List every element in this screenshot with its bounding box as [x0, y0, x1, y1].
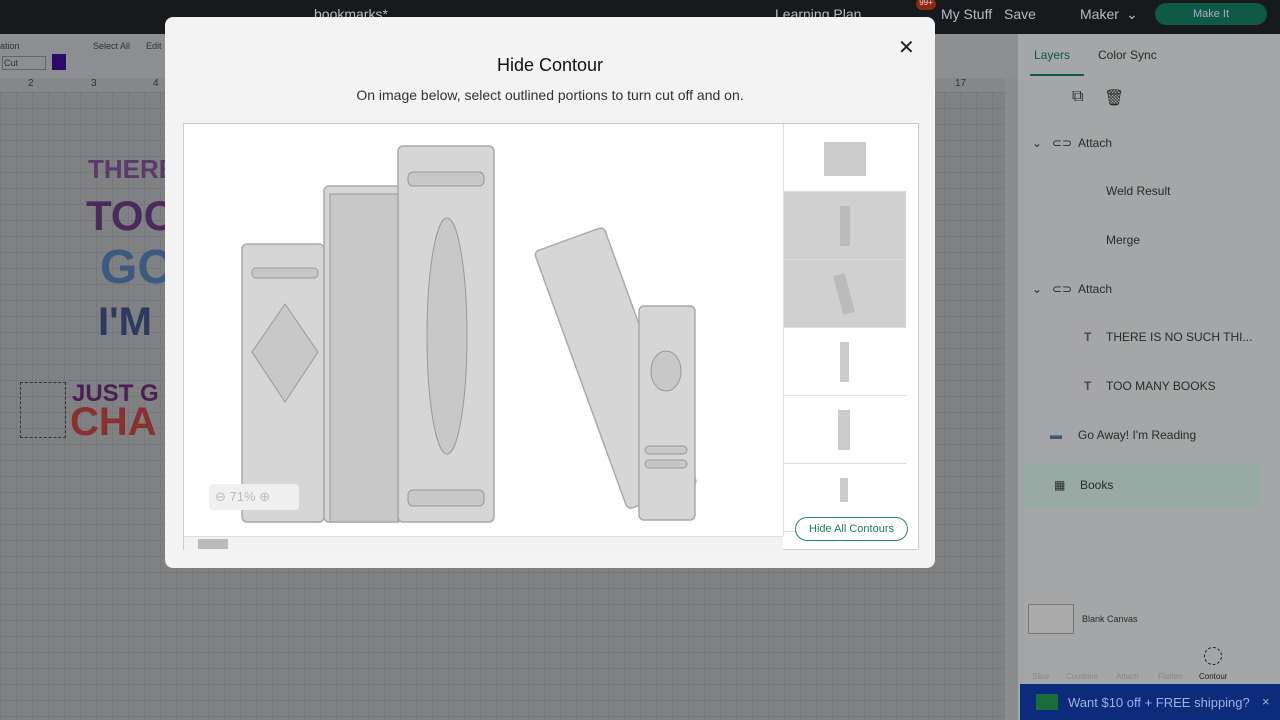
layer-item[interactable]: T TOO MANY BOOKS	[1018, 365, 1280, 409]
canvas-scrollbar[interactable]	[1005, 78, 1018, 720]
layer-label: Merge	[1106, 233, 1141, 247]
ruler-tick: 3	[91, 78, 97, 89]
promo-banner[interactable]: Want $10 off + FREE shipping? ×	[1020, 684, 1280, 720]
operation-label: ation	[0, 41, 20, 51]
layer-group-attach[interactable]: ⌄ ⊂⊃ Attach	[1018, 268, 1280, 312]
dialog-title: Hide Contour	[496, 55, 604, 75]
layer-label: Go Away! I'm Reading	[1078, 428, 1197, 442]
text-icon: T	[1084, 379, 1092, 393]
blank-canvas-label: Blank Canvas	[1082, 614, 1138, 624]
chevron-down-icon: ⌄	[1126, 6, 1138, 22]
layer-label: THERE IS NO SUCH THI...	[1106, 330, 1253, 344]
hide-contour-dialog: Hide Contour On image below, select outl…	[165, 17, 935, 568]
image-icon: ▦	[1054, 478, 1066, 492]
layers-panel: Layers Color Sync ⧉ 🗑 ⌄ ⊂⊃ Attach Weld Res…	[1018, 34, 1280, 720]
blank-canvas-swatch[interactable]	[1028, 604, 1074, 634]
dialog-subtitle: On image below, select outlined portions…	[356, 87, 744, 103]
canvas-text[interactable]: CHA	[70, 400, 157, 445]
contour-thumbnail[interactable]	[784, 328, 906, 396]
layer-label: Books	[1080, 478, 1114, 492]
layer-item[interactable]: Merge	[1018, 219, 1280, 263]
canvas-text[interactable]: I'M	[98, 300, 152, 345]
layer-item[interactable]: T THERE IS NO SUCH THI...	[1018, 316, 1280, 360]
books-image[interactable]	[184, 124, 783, 536]
close-button[interactable]: ✕	[898, 35, 915, 60]
layer-label: Weld Result	[1106, 184, 1171, 198]
ruler-tick: 4	[153, 78, 159, 89]
attach-button[interactable]: Attach	[1116, 672, 1139, 681]
contour-thumbnail-list	[783, 124, 906, 536]
book-contour	[638, 305, 696, 521]
image-icon: ▬	[1050, 428, 1062, 442]
hide-all-contours-button[interactable]: Hide All Contours	[795, 517, 908, 541]
layer-item[interactable]: Weld Result	[1018, 170, 1280, 214]
contour-icon	[1204, 647, 1222, 665]
active-tab-indicator	[1030, 74, 1084, 76]
contour-thumbnail[interactable]	[784, 396, 906, 464]
tab-layers[interactable]: Layers	[1034, 48, 1070, 62]
slice-button[interactable]: Slice	[1032, 672, 1049, 681]
ruler-tick: 17	[955, 78, 967, 89]
layer-group-attach[interactable]: ⌄ ⊂⊃ Attach	[1018, 122, 1280, 166]
canvas-text[interactable]: GO	[100, 240, 175, 295]
contour-thumbnail-hidden[interactable]	[784, 192, 906, 260]
layer-label: Attach	[1078, 136, 1113, 150]
horizontal-scrollbar[interactable]	[184, 536, 783, 550]
flatten-button[interactable]: Flatten	[1158, 672, 1182, 681]
selected-books-image[interactable]	[20, 382, 66, 438]
zoom-level: 71%	[229, 489, 256, 504]
attach-icon: ⊂⊃	[1052, 136, 1073, 150]
canvas-text[interactable]: TOO	[86, 192, 176, 240]
text-icon: T	[1084, 330, 1092, 344]
machine-select[interactable]: Maker	[1080, 6, 1119, 22]
contour-thumbnail-hidden[interactable]	[784, 260, 906, 328]
attach-icon: ⊂⊃	[1052, 282, 1073, 296]
select-all-button[interactable]: Select All	[93, 41, 130, 51]
contour-thumbnail[interactable]	[784, 124, 906, 192]
ruler-tick: 2	[28, 78, 34, 89]
contour-button[interactable]: Contour	[1199, 672, 1227, 681]
trash-icon[interactable]: 🗑	[1104, 88, 1124, 108]
layer-item-selected[interactable]: ▦ Books	[1024, 464, 1260, 508]
layer-label: TOO MANY BOOKS	[1106, 379, 1216, 393]
edit-button[interactable]: Edit	[146, 41, 162, 51]
notification-badge[interactable]: 99+	[916, 0, 936, 10]
contour-preview[interactable]: ⊖ 71% ⊕ Hide All Contours	[183, 123, 919, 550]
chevron-down-icon: ⌄	[1032, 282, 1043, 296]
duplicate-icon[interactable]: ⧉	[1072, 88, 1083, 106]
save-button[interactable]: Save	[1004, 6, 1036, 22]
combine-button[interactable]: Combine	[1066, 672, 1098, 681]
layer-item[interactable]: ▬ Go Away! I'm Reading	[1018, 414, 1280, 458]
zoom-control[interactable]: ⊖ 71% ⊕	[209, 484, 299, 510]
make-it-button[interactable]: Make It	[1155, 3, 1267, 25]
my-stuff-link[interactable]: My Stuff	[941, 6, 992, 22]
layer-label: Attach	[1078, 282, 1113, 296]
promo-icon	[1036, 694, 1058, 710]
promo-text: Want $10 off + FREE shipping?	[1068, 695, 1250, 710]
color-swatch[interactable]	[52, 54, 66, 70]
close-icon[interactable]: ×	[1262, 694, 1270, 709]
chevron-down-icon: ⌄	[1032, 136, 1043, 150]
tab-color-sync[interactable]: Color Sync	[1098, 48, 1157, 62]
operation-select[interactable]: Cut	[2, 56, 46, 70]
